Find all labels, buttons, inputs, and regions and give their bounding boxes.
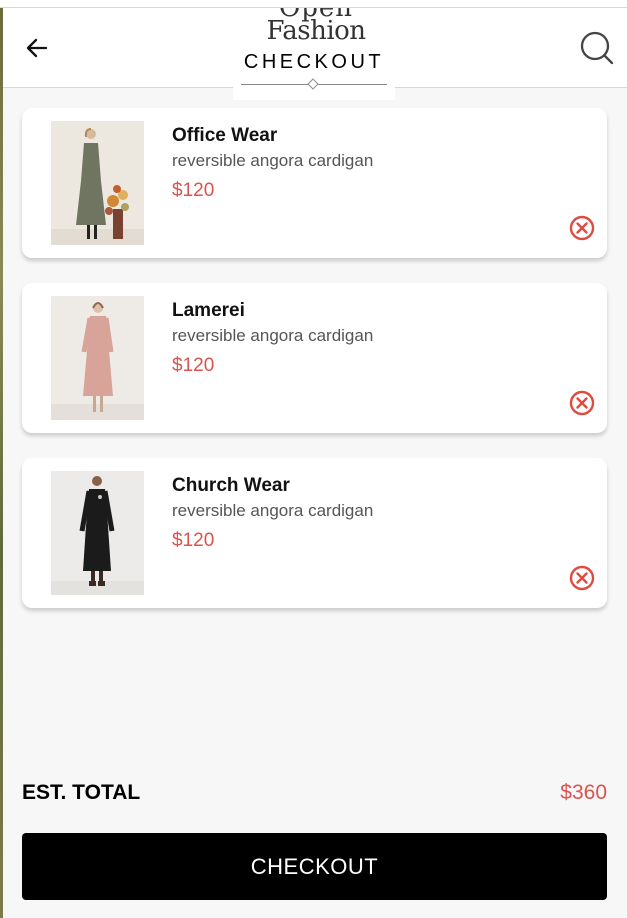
total-label: EST. TOTAL: [22, 781, 141, 804]
product-name[interactable]: Office Wear: [172, 125, 277, 147]
back-button[interactable]: [23, 34, 51, 62]
remove-circle-icon: [569, 390, 595, 416]
page-title: CHECKOUT: [243, 51, 385, 73]
product-price: $120: [172, 355, 215, 376]
window-top-bar: [0, 0, 627, 8]
logo-line-2: Fashion: [266, 16, 366, 46]
product-image[interactable]: [51, 471, 144, 595]
product-name[interactable]: Lamerei: [172, 300, 245, 322]
product-description: reversible angora cardigan: [172, 501, 374, 520]
search-button[interactable]: [579, 30, 615, 66]
remove-item-button[interactable]: [568, 389, 596, 417]
cart-item[interactable]: Church Wear reversible angora cardigan $…: [22, 458, 607, 608]
remove-item-button[interactable]: [568, 214, 596, 242]
product-image[interactable]: [51, 296, 144, 420]
remove-circle-icon: [569, 215, 595, 241]
brand-logo: Open Fashion: [251, 8, 381, 48]
total-value: $360: [560, 781, 607, 804]
checkout-button[interactable]: CHECKOUT: [22, 833, 607, 900]
remove-item-button[interactable]: [568, 564, 596, 592]
product-description: reversible angora cardigan: [172, 151, 374, 170]
product-price: $120: [172, 530, 215, 551]
cart-item[interactable]: Office Wear reversible angora cardigan $…: [22, 108, 607, 258]
search-icon: [580, 31, 614, 65]
cart-item[interactable]: Lamerei reversible angora cardigan $120: [22, 283, 607, 433]
arrow-left-icon: [26, 38, 48, 58]
product-image[interactable]: [51, 121, 144, 245]
product-price: $120: [172, 180, 215, 201]
page-title-box: CHECKOUT: [233, 50, 395, 100]
background-edge: [0, 0, 3, 918]
product-description: reversible angora cardigan: [172, 326, 374, 345]
title-divider: [241, 78, 387, 90]
remove-circle-icon: [569, 565, 595, 591]
product-name[interactable]: Church Wear: [172, 475, 290, 497]
